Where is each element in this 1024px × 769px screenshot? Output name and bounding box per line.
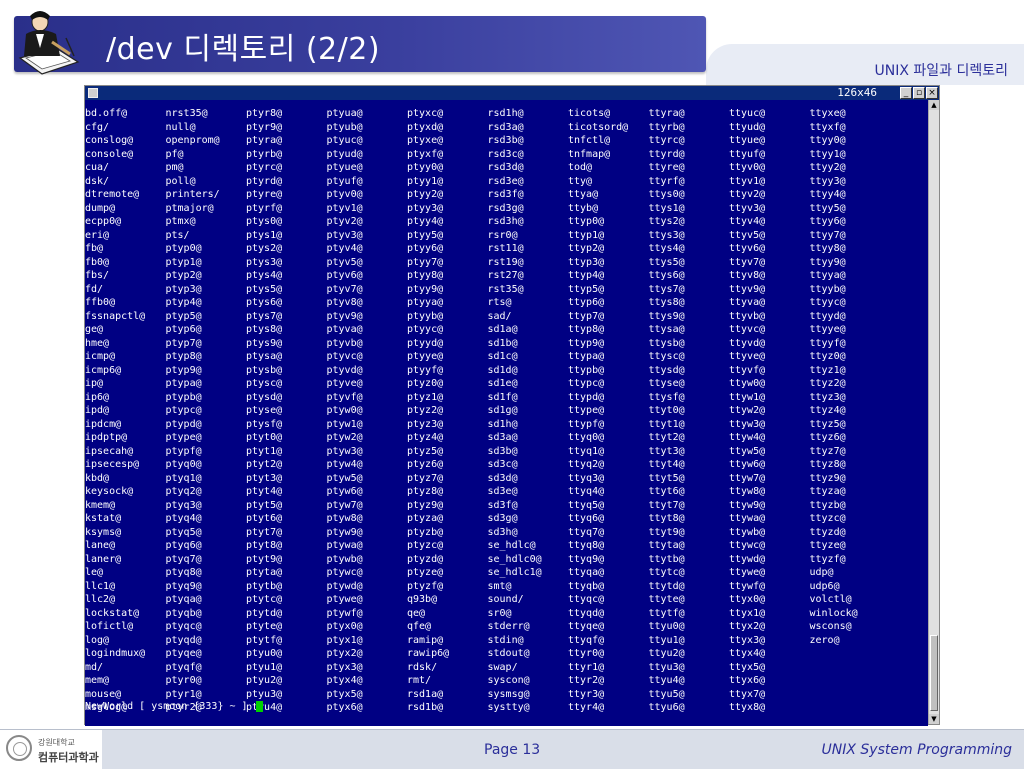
scroll-down-arrow-icon[interactable]: ▼ xyxy=(929,714,939,724)
listing-entry: ttyr4@ xyxy=(568,702,605,713)
shell-prompt[interactable]: NewWorld [ ysmoon {333} ~ ] xyxy=(85,700,263,714)
vertical-scrollbar[interactable]: ▲ ▼ xyxy=(928,100,939,724)
listing-row: keysock@ ptyq2@ ptyt4@ ptyw6@ ptyz8@ sd3e@ tty… xyxy=(85,479,890,497)
listing-row: fbs/ptyp2@ ptys4@ ptyv6@ ptyy8@ rst27@ ttyp4@… xyxy=(85,263,890,281)
slide-footer: 강원대학교 컴퓨터과학과 Page 13 UNIX System Program… xyxy=(0,729,1024,769)
maximize-button[interactable]: ▫ xyxy=(913,87,925,99)
listing-row: fd/ptyp3@ ptys5@ ptyv7@ ptyy9@ rst35@ ttyp5@ t… xyxy=(85,277,890,295)
listing-entry: ttyx8@ xyxy=(729,702,766,713)
listing-row: hme@ ptyp7@ ptys9@ ptyvb@ ptyyd@ sd1b@ ttyp9@ t… xyxy=(85,331,890,349)
listing-row: ksyms@ ptyq5@ ptyt7@ ptyw9@ ptyzb@ sd3h@ ttyq7… xyxy=(85,520,890,538)
slide-subtitle: UNIX 파일과 디렉토리 xyxy=(874,63,1009,79)
listing-row: dump@ ptmajor@ ptyrf@ ptyv1@ ptyy3@ rsd3g@ tty… xyxy=(85,196,890,214)
listing-row: lockstat@ ptyqb@ ptytd@ ptywf@ qe@ sr0@ ttyqd@… xyxy=(85,601,890,619)
listing-row: console@ pf@ ptyrb@ ptyud@ ptyxf@ rsd3c@ tnfma… xyxy=(85,142,890,160)
slide-header: /dev 디렉토리 (2/2) UNIX 파일과 디렉토리 xyxy=(0,0,1024,85)
listing-entry: ptyx6@ xyxy=(326,702,363,713)
scrollbar-thumb[interactable] xyxy=(930,635,938,711)
listing-row: conslog@ openprom@ ptyra@ ptyuc@ ptyxe@ rsd3b… xyxy=(85,128,890,146)
listing-row: fb0@ ptyp1@ ptys3@ ptyv5@ ptyy7@ rst19@ ttyp3@… xyxy=(85,250,890,268)
prompt-text: NewWorld [ ysmoon {333} ~ ] xyxy=(85,701,254,712)
listing-row: ip@ ptypa@ ptysc@ ptyve@ ptyz0@ sd1e@ ttypc@ tt… xyxy=(85,371,890,389)
listing-row: logindmux@ ptyqe@ ptyu0@ ptyx2@ rawip6@ stdou… xyxy=(85,641,890,659)
listing-row: kbd@ ptyq1@ ptyt3@ ptyw5@ ptyz7@ sd3d@ ttyq3@ t… xyxy=(85,466,890,484)
writer-at-desk-icon xyxy=(16,8,82,76)
listing-row: ipdcm@ ptypd@ ptysf@ ptyw1@ ptyz3@ sd1h@ ttypf… xyxy=(85,412,890,430)
listing-row: le@ ptyq8@ ptyta@ ptywc@ ptyze@ se_hdlc1@ ttyq… xyxy=(85,560,890,578)
window-menu-icon[interactable] xyxy=(88,88,98,98)
listing-entry: systty@ xyxy=(487,702,530,713)
page-number: Page 13 xyxy=(484,742,541,758)
listing-row: kmem@ ptyq3@ ptyt5@ ptyw7@ ptyz9@ sd3f@ ttyq5@… xyxy=(85,493,890,511)
terminal-window[interactable]: 126x46 _ ▫ × bd.off@ nrst35@ ptyr8@ ptyua@ p… xyxy=(84,85,940,726)
listing-row: fssnapctl@ ptyp5@ ptys7@ ptyv9@ ptyyb@ sad/tt… xyxy=(85,304,890,322)
listing-row: icmp6@ ptyp9@ ptysb@ ptyvd@ ptyyf@ sd1d@ ttypb… xyxy=(85,358,890,376)
listing-row: cua/pm@ ptyrc@ ptyue@ ptyy0@ rsd3d@ tod@ ttyre… xyxy=(85,155,890,173)
scroll-up-arrow-icon[interactable]: ▲ xyxy=(929,100,939,110)
listing-row: lofictl@ ptyqc@ ptyte@ ptyx0@ qfe@ stderr@ tty… xyxy=(85,614,890,632)
directory-listing: bd.off@ nrst35@ ptyr8@ ptyua@ ptyxc@ rsd1h@ ti… xyxy=(85,101,890,713)
listing-row: bd.off@ nrst35@ ptyr8@ ptyua@ ptyxc@ rsd1h@ ti… xyxy=(85,101,890,119)
listing-row: lane@ ptyq6@ ptyt8@ ptywa@ ptyzc@ se_hdlc@ tty… xyxy=(85,533,890,551)
listing-row: fb@ ptyp0@ ptys2@ ptyv4@ ptyy6@ rst11@ ttyp2@ t… xyxy=(85,236,890,254)
university-seal-icon xyxy=(6,735,32,761)
slide-title: /dev 디렉토리 (2/2) xyxy=(106,32,381,67)
listing-row: icmp@ ptyp8@ ptysa@ ptyvc@ ptyye@ sd1c@ ttypa@… xyxy=(85,344,890,362)
terminal-output[interactable]: bd.off@ nrst35@ ptyr8@ ptyua@ ptyxc@ rsd1h@ ti… xyxy=(85,100,928,726)
terminal-size: 126x46 xyxy=(837,86,877,99)
listing-row: laner@ ptyq7@ ptyt9@ ptywb@ ptyzd@ se_hdlc0@ t… xyxy=(85,547,890,565)
listing-row: ip6@ ptypb@ ptysd@ ptyvf@ ptyz1@ sd1f@ ttypd@ t… xyxy=(85,385,890,403)
listing-row: ipd@ ptypc@ ptyse@ ptyw0@ ptyz2@ sd1g@ ttype@ t… xyxy=(85,398,890,416)
terminal-titlebar[interactable]: 126x46 _ ▫ × xyxy=(85,86,939,100)
listing-row: md/ptyqf@ ptyu1@ ptyx3@ rdsk/swap/ttyr1@ tty… xyxy=(85,655,890,673)
listing-row: ecpp0@ ptmx@ ptys0@ ptyv2@ ptyy4@ rsd3h@ ttyp0… xyxy=(85,209,890,227)
listing-row: mem@ ptyr0@ ptyu2@ ptyx4@ rmt/syscon@ ttyr2@ t… xyxy=(85,668,890,686)
listing-row: kstat@ ptyq4@ ptyt6@ ptyw8@ ptyza@ sd3g@ ttyq6… xyxy=(85,506,890,524)
listing-row: ipsecesp@ ptyq0@ ptyt2@ ptyw4@ ptyz6@ sd3c@ tt… xyxy=(85,452,890,470)
listing-entry: rsd1b@ xyxy=(407,702,444,713)
listing-row: log@ ptyqd@ ptytf@ ptyx1@ ramip@ stdin@ ttyqf@… xyxy=(85,628,890,646)
department-name: 컴퓨터과학과 xyxy=(38,751,99,764)
university-name: 강원대학교 xyxy=(38,738,75,747)
listing-row: llc1@ ptyq9@ ptytb@ ptywd@ ptyzf@ smt@ ttyqb@ t… xyxy=(85,574,890,592)
listing-row: cfg/null@ ptyr9@ ptyub@ ptyxd@ rsd3a@ ticotso… xyxy=(85,115,890,133)
listing-row: llc2@ ptyqa@ ptytc@ ptywe@ q93b@ sound/ttyqc@… xyxy=(85,587,890,605)
minimize-button[interactable]: _ xyxy=(900,87,912,99)
listing-row: mouse@ ptyr1@ ptyu3@ ptyx5@ rsd1a@ sysmsg@ tty… xyxy=(85,682,890,700)
listing-row: ipdptp@ ptype@ ptyt0@ ptyw2@ ptyz4@ sd3a@ ttyq… xyxy=(85,425,890,443)
close-button[interactable]: × xyxy=(926,87,938,99)
course-name: UNIX System Programming xyxy=(821,742,1012,758)
listing-row: dtremote@ printers/ptyre@ ptyv0@ ptyy2@ rsd3… xyxy=(85,182,890,200)
listing-row: ge@ ptyp6@ ptys8@ ptyva@ ptyyc@ sd1a@ ttyp8@ tt… xyxy=(85,317,890,335)
listing-row: ipsecah@ ptypf@ ptyt1@ ptyw3@ ptyz5@ sd3b@ tty… xyxy=(85,439,890,457)
listing-entry: ttyu6@ xyxy=(648,702,685,713)
university-logo: 강원대학교 컴퓨터과학과 xyxy=(0,730,102,769)
text-cursor xyxy=(255,700,263,712)
listing-row: ffb0@ ptyp4@ ptys6@ ptyv8@ ptyya@ rts@ ttyp6@ t… xyxy=(85,290,890,308)
listing-row: eri@ pts/ptys1@ ptyv3@ ptyy5@ rsr0@ ttyp1@ tty… xyxy=(85,223,890,241)
listing-row: dsk/poll@ ptyrd@ ptyuf@ ptyy1@ rsd3e@ tty@ tty… xyxy=(85,169,890,187)
